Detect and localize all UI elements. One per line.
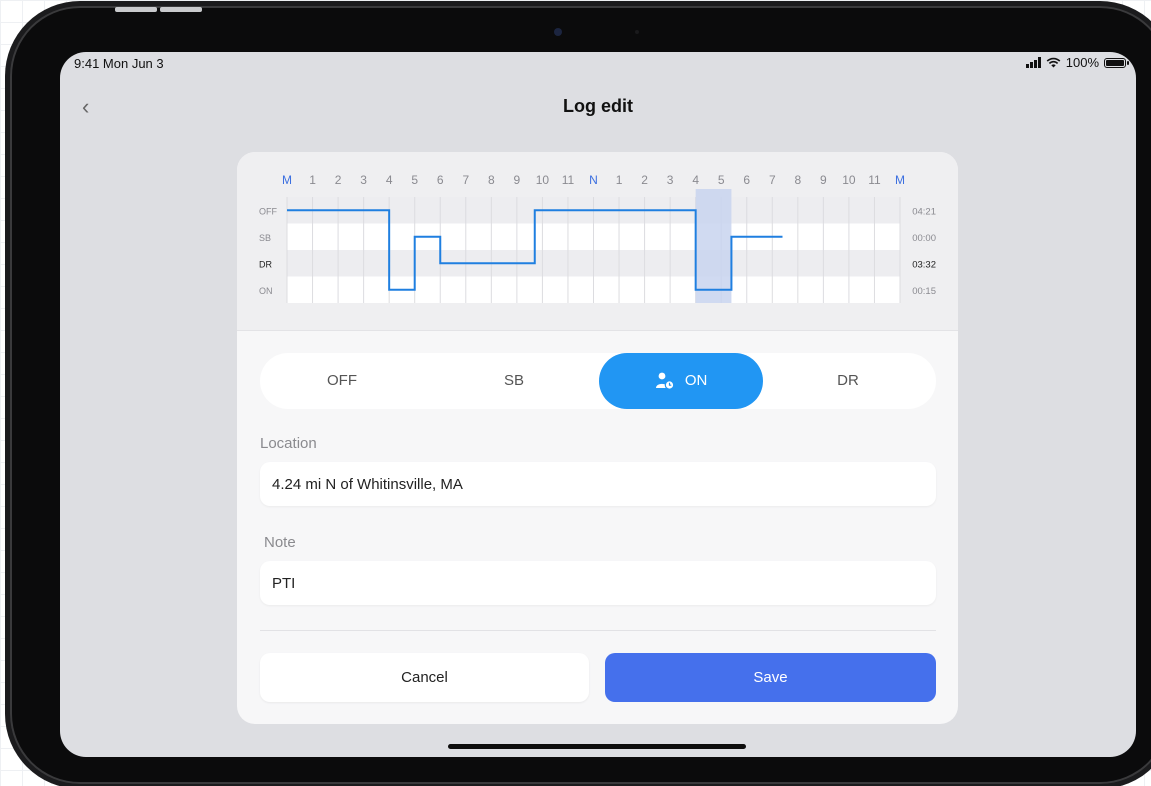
chart-x-tick-label: 8 xyxy=(488,173,495,187)
save-button[interactable]: Save xyxy=(605,653,936,702)
chart-x-tick-label: 5 xyxy=(411,173,418,187)
note-label: Note xyxy=(264,534,296,551)
chart-row-total: 00:15 xyxy=(912,286,936,297)
chart-row-label: OFF xyxy=(259,206,277,216)
chart-row-label: DR xyxy=(259,259,272,269)
signal-icon xyxy=(1025,57,1041,68)
tablet-frame: 9:41 Mon Jun 3 100% ‹ Log edit M12345678… xyxy=(10,6,1151,784)
chart-x-tick-label: 1 xyxy=(309,173,316,187)
chart-x-tick-label: 4 xyxy=(692,173,699,187)
divider xyxy=(260,630,936,631)
status-indicators: 100% xyxy=(1025,55,1129,70)
status-option-label: DR xyxy=(837,372,859,389)
chart-x-tick-label: 1 xyxy=(616,173,623,187)
status-option-dr[interactable]: DR xyxy=(766,353,930,409)
log-graph[interactable]: M 1 2 3 4 5 6 7 8 9 10 11 N 1 2 3 4 5 6 7 8 9 10 11 M OFF SB DR ON 04… xyxy=(237,152,958,330)
log-chart: M 1 2 3 4 5 6 7 8 9 10 11 N 1 2 3 4 5 6 7 8 9 10 11 M OFF SB DR ON 04… xyxy=(237,152,958,331)
status-option-label: ON xyxy=(684,372,708,389)
front-camera xyxy=(554,28,562,36)
chart-x-tick-label: 9 xyxy=(820,173,827,187)
status-option-label: SB xyxy=(503,372,524,389)
location-label: Location xyxy=(260,435,317,452)
screen: 9:41 Mon Jun 3 100% ‹ Log edit M12345678… xyxy=(60,52,1136,757)
camera-sensor xyxy=(635,30,639,34)
cancel-button[interactable]: Cancel xyxy=(260,653,589,702)
chart-x-tick-label: 2 xyxy=(335,173,342,187)
status-option-off[interactable]: OFF xyxy=(260,353,424,409)
chart-x-tick-label: 9 xyxy=(514,173,521,187)
home-indicator xyxy=(448,744,746,749)
volume-button xyxy=(160,7,202,12)
wifi-icon xyxy=(1046,57,1061,68)
chart-x-tick-label: M xyxy=(282,173,292,187)
duty-status-selector: OFF SB ON DR xyxy=(260,353,936,409)
chart-x-tick-label: 11 xyxy=(868,173,881,187)
chart-x-tick-label: 11 xyxy=(562,173,575,187)
status-bar: 9:41 Mon Jun 3 100% xyxy=(60,52,1136,76)
chart-x-tick-label: 3 xyxy=(667,173,674,187)
battery-icon xyxy=(1104,57,1129,68)
chart-x-tick-label: 6 xyxy=(437,173,444,187)
status-option-label: OFF xyxy=(327,372,357,389)
chart-row-total: 00:00 xyxy=(912,233,936,244)
battery-percentage: 100% xyxy=(1065,55,1099,70)
chart-row-total: 03:32 xyxy=(912,259,936,270)
chart-x-tick-label: 10 xyxy=(536,173,550,187)
page-title: Log edit xyxy=(563,96,633,116)
person-clock-icon xyxy=(655,372,674,390)
chart-x-tick-label: 6 xyxy=(743,173,750,187)
chart-x-tick-label: 5 xyxy=(718,173,725,187)
chart-x-tick-label: 8 xyxy=(794,173,801,187)
note-input[interactable] xyxy=(260,561,936,605)
location-input[interactable] xyxy=(260,462,936,506)
chart-row-label: SB xyxy=(259,233,271,243)
chart-x-tick-label: M xyxy=(895,173,905,187)
chart-x-tick-label: 10 xyxy=(842,173,856,187)
chart-row-total: 04:21 xyxy=(912,206,936,217)
chart-x-tick-label: 3 xyxy=(360,173,367,187)
chart-x-tick-label: 4 xyxy=(386,173,393,187)
log-edit-card: M 1 2 3 4 5 6 7 8 9 10 11 N 1 2 3 4 5 6 7 8 9 10 11 M OFF SB DR ON 04… xyxy=(237,152,958,724)
status-option-on[interactable]: ON xyxy=(599,353,763,409)
status-time: 9:41 Mon Jun 3 xyxy=(74,56,164,71)
chart-x-tick-label: N xyxy=(589,173,598,187)
volume-button xyxy=(115,7,157,12)
status-option-sb[interactable]: SB xyxy=(432,353,596,409)
chart-x-tick-label: 2 xyxy=(641,173,648,187)
chart-x-tick-label: 7 xyxy=(462,173,469,187)
chart-selection-highlight xyxy=(695,189,732,303)
chart-row-label: ON xyxy=(259,286,273,296)
chart-x-tick-label: 7 xyxy=(769,173,776,187)
